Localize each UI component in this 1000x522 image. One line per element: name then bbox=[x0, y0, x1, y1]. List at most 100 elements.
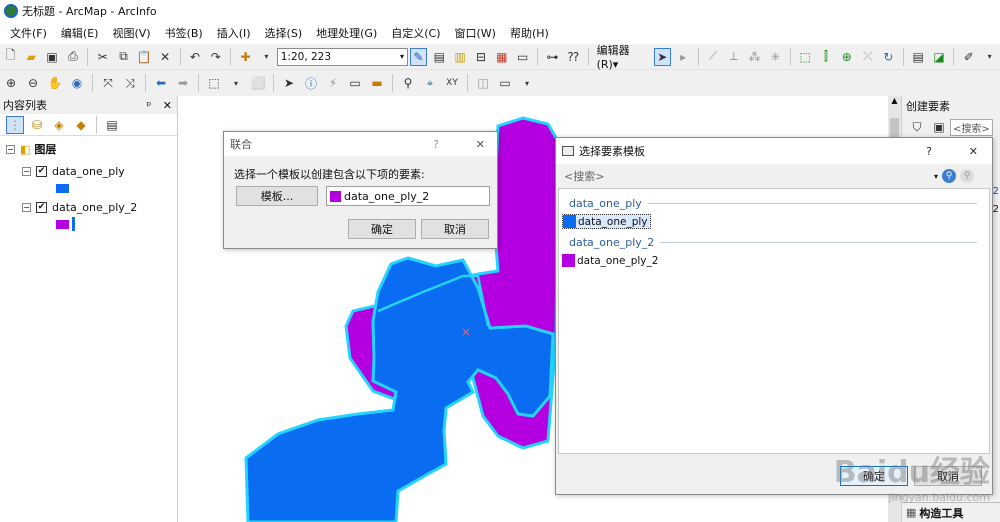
menu-view[interactable]: 视图(V) bbox=[112, 25, 150, 41]
cancel-button[interactable]: 取消 bbox=[421, 219, 489, 239]
layer-visibility-checkbox[interactable]: ✔ bbox=[36, 201, 47, 213]
chevron-down-icon[interactable]: ▾ bbox=[400, 52, 407, 61]
add-data-icon[interactable]: ✚ bbox=[237, 48, 254, 66]
table-of-contents-icon[interactable]: ▤ bbox=[431, 48, 448, 66]
measure-icon[interactable]: ▬ bbox=[368, 74, 386, 92]
trace-icon[interactable]: ⟂ bbox=[725, 48, 742, 66]
menu-windows[interactable]: 窗口(W) bbox=[455, 25, 496, 41]
find-icon[interactable]: ⚲ bbox=[399, 74, 417, 92]
reshape-icon[interactable]: ⫿ bbox=[818, 48, 835, 66]
time-slider-icon[interactable]: ◫ bbox=[474, 74, 492, 92]
menu-file[interactable]: 文件(F) bbox=[10, 25, 47, 41]
save-icon[interactable]: ▣ bbox=[44, 48, 61, 66]
menu-customize[interactable]: 自定义(C) bbox=[391, 25, 440, 41]
open-folder-icon[interactable]: ▰ bbox=[23, 48, 40, 66]
edit-tool-icon[interactable]: ➤ bbox=[653, 47, 671, 66]
editor-menu[interactable]: 编辑器(R)▾ bbox=[597, 42, 648, 71]
menu-insert[interactable]: 插入(I) bbox=[217, 25, 251, 41]
close-icon[interactable]: ✕ bbox=[476, 138, 485, 151]
chevron-down-icon[interactable]: ▾ bbox=[934, 172, 938, 181]
print-icon[interactable]: ⎙ bbox=[64, 48, 81, 66]
html-popup-icon[interactable]: ▭ bbox=[346, 74, 364, 92]
layer-visibility-checkbox[interactable]: ✔ bbox=[36, 165, 47, 177]
list-by-drawing-order-icon[interactable]: ⋮ bbox=[6, 115, 24, 134]
cut-polygons-icon[interactable]: ⊕ bbox=[838, 48, 855, 66]
ok-button[interactable]: 确定 bbox=[348, 219, 416, 239]
map-scale-combobox[interactable]: 1:20, 223 ▾ bbox=[276, 47, 408, 66]
editor-toolbar-icon[interactable]: ✎ bbox=[409, 47, 427, 66]
whats-this-icon[interactable]: ⁇ bbox=[565, 48, 582, 66]
menu-selection[interactable]: 选择(S) bbox=[265, 25, 303, 41]
hyperlink-icon[interactable]: ⚡ bbox=[324, 74, 342, 92]
create-features-icon[interactable]: ✐ bbox=[960, 48, 977, 66]
help-icon[interactable]: ? bbox=[926, 145, 932, 158]
undo-icon[interactable]: ↶ bbox=[187, 48, 204, 66]
edit-vertices-icon[interactable]: ⬚ bbox=[797, 48, 814, 66]
template-button[interactable]: 模板... bbox=[236, 186, 318, 206]
search-icon[interactable]: ⚲ bbox=[942, 169, 957, 183]
toolbar-options-icon[interactable]: ▾ bbox=[981, 48, 998, 66]
template-search-field[interactable]: <搜索> bbox=[950, 118, 993, 136]
menu-geoprocessing[interactable]: 地理处理(G) bbox=[316, 25, 377, 41]
fixed-zoom-out-icon[interactable]: ⤨ bbox=[121, 74, 139, 92]
collapse-icon[interactable]: − bbox=[22, 202, 31, 212]
list-by-source-icon[interactable]: ⛁ bbox=[28, 116, 46, 134]
close-icon[interactable]: ✕ bbox=[969, 145, 978, 158]
search-window-icon[interactable]: ⊟ bbox=[473, 48, 490, 66]
help-icon[interactable]: ? bbox=[433, 138, 439, 151]
scroll-up-icon[interactable]: ▲ bbox=[888, 96, 901, 110]
back-arrow-icon[interactable]: ⬅ bbox=[152, 74, 170, 92]
layer-row[interactable]: − ✔ data_one_ply_2 bbox=[22, 198, 177, 216]
layers-group-row[interactable]: − ◧ 图层 bbox=[6, 140, 177, 158]
viewer-window-icon[interactable]: ▭ bbox=[496, 74, 514, 92]
layer-row[interactable]: − ✔ data_one_ply bbox=[22, 162, 177, 180]
pin-icon[interactable]: ᵖ bbox=[147, 99, 152, 112]
go-to-xy-icon[interactable]: XY bbox=[443, 74, 461, 92]
template-item-selected[interactable]: data_one_ply bbox=[562, 214, 651, 229]
forward-arrow-icon[interactable]: ➡ bbox=[174, 74, 192, 92]
python-window-icon[interactable]: ▭ bbox=[514, 48, 531, 66]
collapse-icon[interactable]: − bbox=[6, 144, 15, 154]
arctoolbox-icon[interactable]: ▦ bbox=[493, 48, 510, 66]
zoom-out-icon[interactable]: ⊖ bbox=[24, 74, 42, 92]
straight-segment-icon[interactable]: ⟋ bbox=[704, 48, 721, 66]
collapse-icon[interactable]: − bbox=[22, 166, 31, 176]
zoom-in-icon[interactable]: ⊕ bbox=[2, 74, 20, 92]
layer-symbol-swatch[interactable] bbox=[56, 184, 69, 193]
redo-icon[interactable]: ↷ bbox=[207, 48, 224, 66]
options-icon[interactable]: ▤ bbox=[103, 116, 121, 134]
point-icon[interactable]: ⁂ bbox=[746, 48, 763, 66]
fixed-zoom-in-icon[interactable]: ⤧ bbox=[99, 74, 117, 92]
edit-annotation-icon[interactable]: ▸ bbox=[675, 48, 692, 66]
list-by-visibility-icon[interactable]: ◈ bbox=[50, 116, 68, 134]
menu-bookmarks[interactable]: 书签(B) bbox=[165, 25, 203, 41]
toolbar-options-icon[interactable]: ▾ bbox=[518, 74, 536, 92]
list-by-selection-icon[interactable]: ◆ bbox=[72, 116, 90, 134]
midpoint-icon[interactable]: ✳ bbox=[767, 48, 784, 66]
layer-symbol-swatch[interactable] bbox=[56, 219, 69, 229]
template-search-input[interactable]: <搜索> bbox=[564, 168, 934, 184]
menu-help[interactable]: 帮助(H) bbox=[510, 25, 549, 41]
attributes-icon[interactable]: ▤ bbox=[910, 48, 927, 66]
dropdown-arrow-icon[interactable]: ▾ bbox=[227, 74, 245, 92]
split-icon[interactable]: ⤫ bbox=[859, 48, 876, 66]
identify-icon[interactable]: ⓘ bbox=[302, 74, 320, 92]
cut-icon[interactable]: ✂ bbox=[94, 48, 111, 66]
select-features-icon[interactable]: ⬚ bbox=[205, 74, 223, 92]
catalog-icon[interactable]: ▥ bbox=[452, 48, 469, 66]
delete-icon[interactable]: ✕ bbox=[157, 48, 174, 66]
clear-search-icon[interactable]: ⚲ bbox=[960, 169, 975, 183]
paste-icon[interactable]: 📋 bbox=[136, 48, 153, 66]
organize-templates-icon[interactable]: ⛉ bbox=[908, 118, 926, 136]
template-item[interactable]: data_one_ply_2 bbox=[562, 253, 658, 268]
find-route-icon[interactable]: ⌖ bbox=[421, 74, 439, 92]
sketch-properties-icon[interactable]: ◪ bbox=[931, 48, 948, 66]
select-elements-icon[interactable]: ➤ bbox=[280, 74, 298, 92]
dropdown-arrow-icon[interactable]: ▾ bbox=[258, 48, 275, 66]
template-field[interactable]: data_one_ply_2 bbox=[326, 186, 490, 206]
clear-selection-icon[interactable]: ⬜ bbox=[249, 74, 267, 92]
pan-icon[interactable]: ✋ bbox=[46, 74, 64, 92]
rotate-icon[interactable]: ↻ bbox=[880, 48, 897, 66]
new-document-icon[interactable]: 🗋 bbox=[2, 48, 19, 66]
menu-edit[interactable]: 编辑(E) bbox=[61, 25, 99, 41]
